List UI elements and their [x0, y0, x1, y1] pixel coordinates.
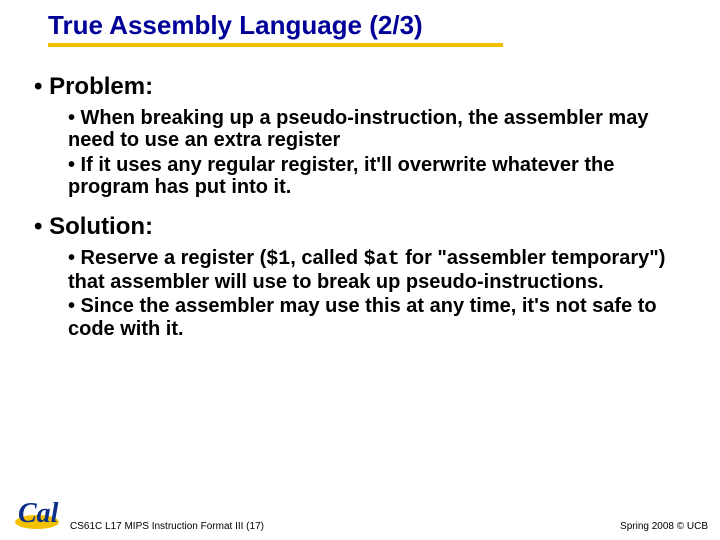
problem-heading: • Problem:: [34, 73, 690, 101]
slide-title: True Assembly Language (2/3): [48, 10, 503, 47]
solution-bullet-1: • Reserve a register ($1, called $at for…: [68, 247, 690, 294]
slide-content: • Problem: • When breaking up a pseudo-i…: [0, 47, 720, 340]
solution-bullet-2: • Since the assembler may use this at an…: [68, 295, 690, 340]
footer-left-text: CS61C L17 MIPS Instruction Format III (1…: [70, 521, 264, 532]
problem-bullet-1: • When breaking up a pseudo-instruction,…: [68, 107, 690, 152]
footer-right-text: Spring 2008 © UCB: [620, 521, 708, 532]
solution-heading: • Solution:: [34, 213, 690, 241]
code-register-1: $1: [266, 248, 290, 271]
cal-logo-icon: Cal: [12, 496, 62, 532]
slide-footer: Cal CS61C L17 MIPS Instruction Format II…: [12, 496, 708, 532]
logo-text: Cal: [18, 498, 59, 529]
code-register-at: $at: [364, 248, 400, 271]
problem-bullet-2: • If it uses any regular register, it'll…: [68, 154, 690, 199]
text: • Reserve a register (: [68, 247, 266, 269]
text: , called: [290, 247, 363, 269]
